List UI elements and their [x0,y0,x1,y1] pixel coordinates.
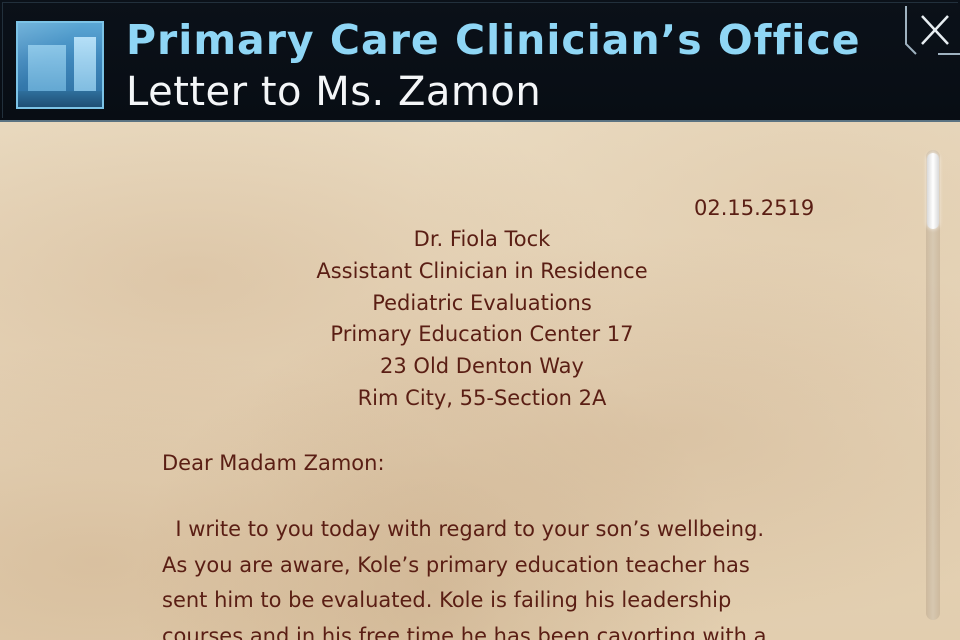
body-line: I write to you today with regard to your… [162,517,765,541]
address-line: Rim City, 55-Section 2A [357,385,607,410]
scrollbar-thumb[interactable] [927,153,939,229]
address-line: Primary Education Center 17 [330,322,634,347]
window-subtitle: Letter to Ms. Zamon [126,69,542,115]
location-thumbnail [16,21,104,109]
letter-paper: 02.15.2519 Dr. Fiola Tock Assistant Clin… [0,122,960,640]
close-x-icon [905,6,960,55]
address-line: Assistant Clinician in Residence [316,258,648,283]
body-line: sent him to be evaluated. Kole is failin… [162,588,732,612]
close-button[interactable] [902,4,960,56]
letter-salutation: Dear Madam Zamon: [162,451,385,475]
address-line: Pediatric Evaluations [372,290,592,315]
body-line: courses and in his free time he has been… [162,623,767,640]
letter-body: I write to you today with regard to your… [162,512,766,640]
thumbnail-floor [18,91,102,107]
window-header: Primary Care Clinician’s Office Letter t… [0,0,960,122]
letter-date: 02.15.2519 [694,196,815,220]
window-title: Primary Care Clinician’s Office [126,16,861,64]
address-line: 23 Old Denton Way [380,354,584,379]
thumbnail-window [74,37,96,93]
body-line: As you are aware, Kole’s primary educati… [162,552,750,577]
letter-window: Primary Care Clinician’s Office Letter t… [0,0,960,640]
sender-address: Dr. Fiola Tock Assistant Clinician in Re… [240,224,724,415]
thumbnail-wall [28,45,66,93]
address-line: Dr. Fiola Tock [413,227,551,251]
